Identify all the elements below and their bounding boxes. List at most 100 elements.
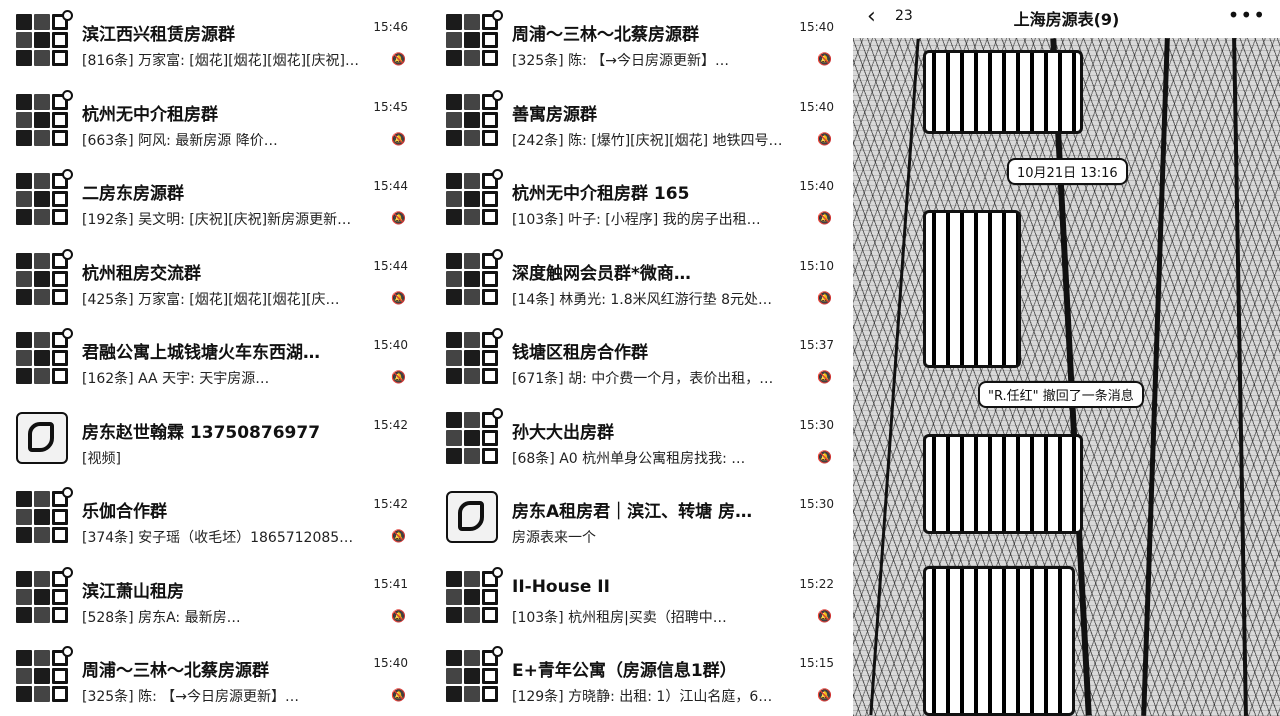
unread-dot-icon <box>492 169 503 180</box>
chat-name: 滨江西兴租赁房源群 <box>82 25 235 45</box>
message-timestamp: 10月21日 13:16 <box>1007 158 1128 185</box>
unread-dot-icon <box>62 89 73 101</box>
chat-title: 上海房源表(9) <box>1013 10 1120 29</box>
chat-name: 周浦～三林～北蔡房源群 <box>82 661 269 681</box>
group-avatar <box>16 14 68 66</box>
group-avatar <box>446 491 498 543</box>
unread-dot-icon <box>62 487 73 498</box>
group-avatar <box>446 332 498 384</box>
chat-name: 钱塘区租房合作群 <box>512 343 648 363</box>
mute-bell-icon: 🔕 <box>391 608 406 623</box>
chat-time: 15:10 <box>799 258 834 273</box>
group-avatar <box>16 570 68 623</box>
mute-bell-icon: 🔕 <box>817 370 832 384</box>
chat-name: 乐伽合作群 <box>82 502 167 522</box>
chat-time: 15:22 <box>799 576 834 591</box>
chat-list-item[interactable]: 乐伽合作群 15:42 [374条] 安子瑶（收毛坯）1865712085… 🔕 <box>0 477 420 557</box>
chat-list-left: 滨江西兴租赁房源群 15:46 [816条] 万家富: [烟花][烟花][烟花][庆… <box>0 0 420 716</box>
listing-image-4[interactable] <box>923 566 1075 716</box>
group-avatar <box>446 14 498 66</box>
group-avatar <box>446 173 498 225</box>
chat-background-image <box>853 38 1280 716</box>
group-avatar <box>446 93 498 146</box>
chat-list-item[interactable]: 滨江西兴租赁房源群 15:46 [816条] 万家富: [烟花][烟花][烟花][庆… <box>0 0 420 80</box>
chat-name: 善寓房源群 <box>512 104 597 125</box>
mute-bell-icon: 🔕 <box>817 608 832 623</box>
listing-image-1[interactable] <box>923 50 1083 134</box>
chat-name: 深度触网会员群*微商… <box>512 263 691 284</box>
mute-bell-icon: 🔕 <box>391 131 406 146</box>
chat-list-item[interactable]: 杭州无中介租房群 15:45 [663条] 阿风: 最新房源 降价… 🔕 <box>0 80 420 160</box>
mute-bell-icon: 🔕 <box>391 688 406 702</box>
chat-name: 杭州租房交流群 <box>82 263 201 284</box>
chat-list-item[interactable]: 君融公寓上城钱塘火车东西湖… 15:40 [162条] AA 天宇: 天宇房源… 🔕 <box>0 318 420 398</box>
chat-time: 15:42 <box>373 497 408 511</box>
unread-dot-icon <box>492 566 503 578</box>
chat-preview: [192条] 吴文明: [庆祝][庆祝]新房源更新… <box>82 212 352 228</box>
chat-time: 15:44 <box>373 258 408 273</box>
chat-time: 15:41 <box>373 576 408 591</box>
chat-time: 15:30 <box>799 417 834 432</box>
chat-time: 15:44 <box>373 179 408 193</box>
chat-preview: [68条] A0 杭州单身公寓租房找我: … <box>512 450 746 467</box>
recall-notice: "R.任红" 撤回了一条消息 <box>978 381 1144 408</box>
group-avatar <box>16 93 68 146</box>
group-avatar <box>16 332 68 384</box>
unread-dot-icon <box>492 10 503 21</box>
mute-bell-icon: 🔕 <box>817 688 832 702</box>
group-avatar <box>16 252 68 305</box>
group-avatar <box>446 411 498 464</box>
chat-list-item[interactable]: 周浦～三林～北蔡房源群 15:40 [325条] 陈: 【→今日房源更新】… 🔕 <box>0 636 420 716</box>
unread-dot-icon <box>492 89 503 101</box>
chat-list-middle: 周浦～三林～北蔡房源群 15:40 [325条] 陈: 【→今日房源更新】… 🔕 善寓房… <box>430 0 846 716</box>
chat-time: 15:40 <box>373 656 408 670</box>
unread-dot-icon <box>62 169 73 180</box>
chat-time: 15:37 <box>799 338 834 352</box>
chat-time: 15:45 <box>373 99 408 114</box>
chat-list-item[interactable]: E+青年公寓（房源信息1群） 15:15 [129条] 方晓静: 出租: 1）江山名… <box>430 636 846 716</box>
chat-preview: [663条] 阿风: 最新房源 降价… <box>82 132 278 149</box>
chat-name: 二房东房源群 <box>82 184 184 204</box>
chat-preview: [视频] <box>82 450 121 467</box>
chat-preview: [103条] 叶子: [小程序] 我的房子出租… <box>512 212 761 228</box>
group-avatar <box>16 173 68 225</box>
chat-time: 15:40 <box>799 99 834 114</box>
chat-list-item[interactable]: 孙大大出房群 15:30 [68条] A0 杭州单身公寓租房找我: … 🔕 <box>430 398 846 478</box>
mute-bell-icon: 🔕 <box>391 290 406 305</box>
chat-name: 房东赵世翰霖 13750876977 <box>82 422 321 443</box>
group-avatar <box>16 411 68 464</box>
chat-list-item[interactable]: 房东A租房君｜滨江、转塘 房… 15:30 房源表来一个 <box>430 477 846 557</box>
listing-image-2[interactable] <box>923 210 1021 368</box>
chat-list-item[interactable]: 二房东房源群 15:44 [192条] 吴文明: [庆祝][庆祝]新房源更新… 🔕 <box>0 159 420 239</box>
chat-list-item[interactable]: 钱塘区租房合作群 15:37 [671条] 胡: 中介费一个月，表价出租，… 🔕 <box>430 318 846 398</box>
chat-list-item[interactable]: 杭州租房交流群 15:44 [425条] 万家富: [烟花][烟花][烟花][庆… 🔕 <box>0 239 420 319</box>
chat-preview: [162条] AA 天宇: 天宇房源… <box>82 371 270 387</box>
chat-name: 君融公寓上城钱塘火车东西湖… <box>82 343 320 363</box>
chat-name: 滨江萧山租房 <box>82 581 184 602</box>
unread-dot-icon <box>492 248 503 260</box>
chat-list-item[interactable]: 周浦～三林～北蔡房源群 15:40 [325条] 陈: 【→今日房源更新】… 🔕 <box>430 0 846 80</box>
chat-time: 15:40 <box>799 179 834 193</box>
unread-dot-icon <box>62 328 73 339</box>
unread-dot-icon <box>62 10 73 21</box>
group-avatar <box>16 491 68 543</box>
chat-time: 15:30 <box>799 497 834 511</box>
mute-bell-icon: 🔕 <box>817 52 832 66</box>
chat-list-item[interactable]: 杭州无中介租房群 165 15:40 [103条] 叶子: [小程序] 我的房子出租… <box>430 159 846 239</box>
group-avatar <box>446 570 498 623</box>
group-avatar <box>446 252 498 305</box>
mute-bell-icon: 🔕 <box>391 52 406 66</box>
group-chat-panel: ‹ 23 上海房源表(9) ••• 10月21日 13:16 "R.任红" 撤回… <box>853 0 1280 716</box>
chat-list-item[interactable]: 房东赵世翰霖 13750876977 15:42 [视频] <box>0 398 420 478</box>
chat-list-item[interactable]: 善寓房源群 15:40 [242条] 陈: [爆竹][庆祝][烟花] 地铁四号… 🔕 <box>430 80 846 160</box>
unread-dot-icon <box>492 407 503 419</box>
unread-dot-icon <box>492 328 503 339</box>
chat-list-item[interactable]: 滨江萧山租房 15:41 [528条] 房东A: 最新房… 🔕 <box>0 557 420 637</box>
chat-list-item[interactable]: 深度触网会员群*微商… 15:10 [14条] 林勇光: 1.8米风红游行垫 8元处… <box>430 239 846 319</box>
chat-name: 孙大大出房群 <box>512 422 614 443</box>
unread-dot-icon <box>492 646 503 657</box>
chat-list-item[interactable]: II-House II 15:22 [103条] 杭州租房|买卖（招聘中… 🔕 <box>430 557 846 637</box>
more-options-icon[interactable]: ••• <box>1228 3 1266 27</box>
chat-preview: [671条] 胡: 中介费一个月，表价出租，… <box>512 371 774 387</box>
listing-image-3[interactable] <box>923 434 1083 534</box>
